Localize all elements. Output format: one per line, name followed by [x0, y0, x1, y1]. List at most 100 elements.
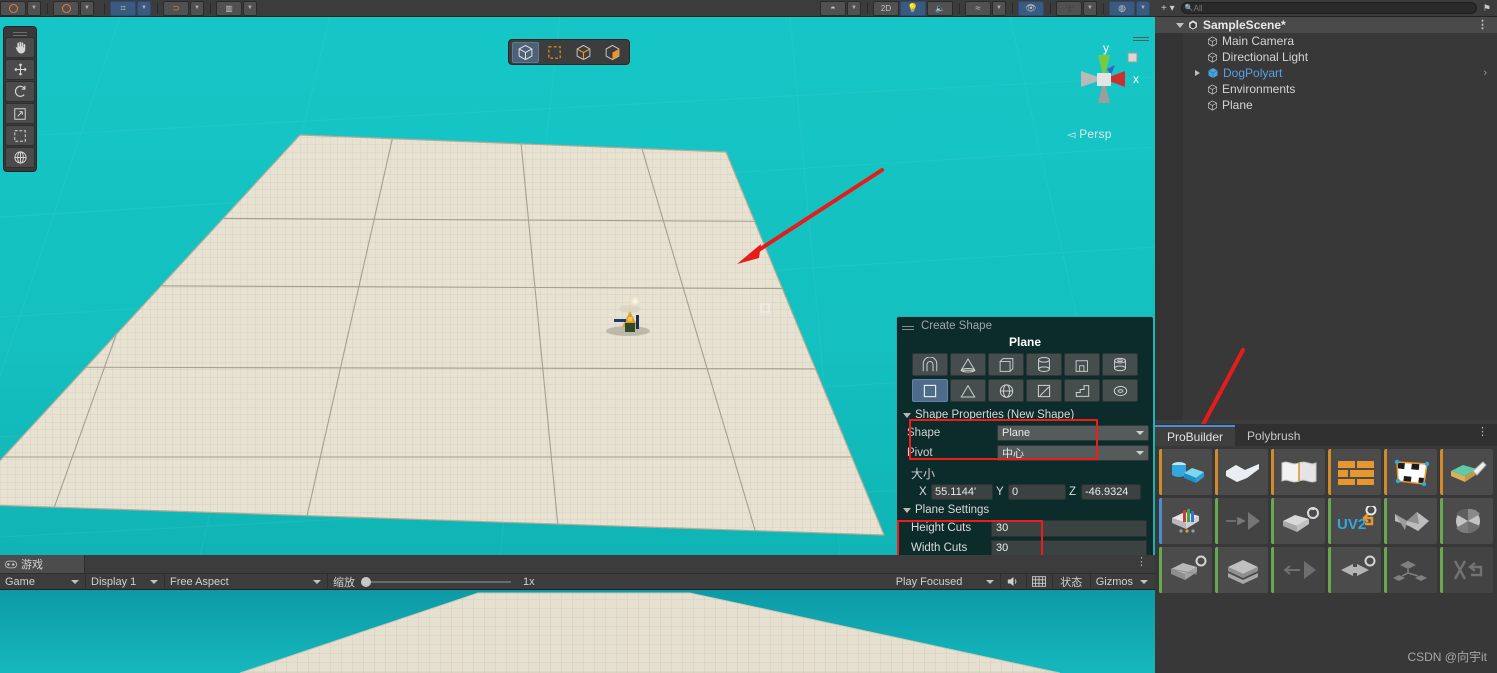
scene-orientation-gizmo[interactable]: y x ◅ Persp	[1055, 35, 1153, 145]
shape-properties-header[interactable]: Shape Properties (New Shape)	[897, 405, 1153, 423]
grid-button[interactable]	[1027, 574, 1053, 589]
target-display-dropdown[interactable]: Game	[0, 574, 86, 589]
perspective-label[interactable]: ◅ Persp	[1067, 127, 1112, 141]
pipe-shape-icon[interactable]	[1102, 353, 1138, 376]
snap-increment-dropdown[interactable]: ▼	[190, 0, 204, 16]
tools-drag-handle[interactable]	[4, 29, 36, 36]
triangulate-tool-button[interactable]	[1159, 547, 1213, 593]
hierarchy-item-directional-light[interactable]: Directional Light	[1155, 49, 1497, 65]
scene-view[interactable]: y x ◅ Persp Create Shape Plane Shape Pro…	[0, 17, 1155, 555]
mirror-objects-tool-button[interactable]	[1215, 498, 1269, 544]
hierarchy-root-row[interactable]: SampleScene* ⋮	[1155, 17, 1497, 33]
new-shape-tool-button[interactable]	[1159, 449, 1213, 495]
width-cuts-input[interactable]: 30	[991, 539, 1147, 555]
shading-mode-button[interactable]: ◓	[820, 0, 846, 16]
axis-gizmo[interactable]: y x	[1055, 35, 1153, 130]
cylinder-shape-icon[interactable]	[1026, 353, 1062, 376]
vertex-mode-button[interactable]	[541, 42, 568, 63]
camera-settings-dropdown[interactable]: ▼	[1083, 0, 1097, 16]
stats-button[interactable]: 状态	[1053, 574, 1091, 589]
arch-shape-icon[interactable]	[912, 353, 948, 376]
scene-visibility-button[interactable]: 👁	[1018, 0, 1044, 16]
stair-shape-icon[interactable]	[1064, 379, 1100, 402]
chevron-right-icon[interactable]	[1195, 70, 1200, 76]
hierarchy-menu-button[interactable]: ⋮	[1477, 19, 1488, 30]
height-cuts-input[interactable]: 30	[991, 519, 1147, 537]
shape-dropdown[interactable]: Plane	[997, 425, 1149, 441]
merge-objects-tool-button[interactable]	[1271, 498, 1325, 544]
scene-ruler-button[interactable]: ▥	[216, 0, 242, 16]
material-editor-tool-button[interactable]	[1327, 449, 1381, 495]
audio-toggle-button[interactable]: 🔈	[927, 0, 953, 16]
hierarchy-item-main-camera[interactable]: Main Camera	[1155, 33, 1497, 49]
camera-settings-button[interactable]: 🎥	[1056, 0, 1082, 16]
game-view-render[interactable]	[0, 590, 1155, 673]
hierarchy-item-plane[interactable]: Plane	[1155, 97, 1497, 113]
gizmos-dropdown[interactable]: ▼	[1136, 0, 1150, 16]
chevron-down-icon[interactable]	[1176, 23, 1184, 28]
vertex-colors-tool-button[interactable]	[1439, 449, 1493, 495]
snap-increment-button[interactable]: ⊃	[163, 0, 189, 16]
torus-shape-icon[interactable]	[1102, 379, 1138, 402]
conform-normals-tool-button[interactable]	[1271, 547, 1325, 593]
scene-ruler-dropdown[interactable]: ▼	[243, 0, 257, 16]
uv-editor-tool-button[interactable]	[1383, 449, 1437, 495]
create-shape-header[interactable]: Create Shape	[897, 317, 1153, 335]
panel-drag-handle[interactable]	[902, 325, 914, 327]
game-view-menu-button[interactable]: ⋮	[1136, 557, 1147, 568]
lightmap-uvs-tool-button[interactable]: UV2	[1327, 498, 1381, 544]
prefab-open-chevron-icon[interactable]: ›	[1483, 67, 1487, 79]
pivot-center-button[interactable]	[53, 0, 79, 16]
gizmos-dropdown-button[interactable]	[1135, 574, 1155, 589]
prism-shape-icon[interactable]	[950, 379, 986, 402]
view-tool-hand-button[interactable]	[5, 37, 35, 58]
edge-mode-button[interactable]	[570, 42, 597, 63]
aspect-ratio-dropdown[interactable]: Free Aspect	[165, 574, 328, 589]
tab-probuilder[interactable]: ProBuilder	[1155, 425, 1236, 446]
size-z-input[interactable]: -46.9324	[1081, 484, 1141, 500]
plane-settings-header[interactable]: Plane Settings	[897, 500, 1153, 518]
hierarchy-filter-icon[interactable]: ⚑	[1483, 3, 1491, 14]
hierarchy-search-input[interactable]: 🔍 All	[1180, 2, 1477, 14]
hierarchy-panel[interactable]: SampleScene* ⋮ Main Camera Directional L…	[1155, 17, 1497, 420]
scale-tool-button[interactable]	[5, 103, 35, 124]
grid-snap-dropdown[interactable]: ▼	[137, 0, 151, 16]
smoothing-groups-tool-button[interactable]	[1159, 498, 1213, 544]
set-trigger-tool-button[interactable]	[1439, 547, 1493, 593]
new-bezier-shape-tool-button[interactable]	[1271, 449, 1325, 495]
display-dropdown[interactable]: Display 1	[86, 574, 165, 589]
fx-dropdown[interactable]: ▼	[992, 0, 1006, 16]
pivot-center-dropdown[interactable]: ▼	[80, 0, 94, 16]
gizmo-drag-handle[interactable]	[1133, 37, 1149, 38]
gizmos-button[interactable]: Gizmos	[1091, 574, 1135, 589]
cube-shape-icon[interactable]	[988, 353, 1024, 376]
lighting-toggle-button[interactable]: 💡	[900, 0, 926, 16]
probuilder-panel[interactable]: ProBuilder Polybrush ⋮ UV2 CSDN @向宇it	[1155, 424, 1497, 673]
rect-tool-button[interactable]	[5, 125, 35, 146]
subdivide-object-tool-button[interactable]	[1439, 498, 1493, 544]
export-tool-button[interactable]	[1327, 547, 1381, 593]
object-mode-button[interactable]	[512, 41, 539, 63]
hierarchy-add-button[interactable]: + ▾	[1161, 3, 1175, 14]
mute-audio-button[interactable]	[1001, 574, 1027, 589]
tab-game[interactable]: 游戏	[0, 555, 85, 573]
shading-mode-dropdown[interactable]: ▼	[847, 0, 861, 16]
2d-toggle-button[interactable]: 2D	[873, 0, 899, 16]
scale-slider-group[interactable]: 缩放 1x	[328, 574, 543, 589]
pivot-rotation-button[interactable]	[0, 0, 26, 16]
center-pivot-tool-button[interactable]	[1215, 547, 1269, 593]
door-shape-icon[interactable]	[1064, 353, 1100, 376]
size-x-input[interactable]: 55.1144'	[931, 484, 993, 500]
hierarchy-item-environments[interactable]: Environments	[1155, 81, 1497, 97]
grid-snap-button[interactable]: ⌗	[110, 0, 136, 16]
cone-shape-icon[interactable]	[950, 353, 986, 376]
pivot-rotation-dropdown[interactable]: ▼	[27, 0, 41, 16]
probuilder-menu-button[interactable]: ⋮	[1477, 427, 1488, 438]
rotate-tool-button[interactable]	[5, 81, 35, 102]
new-poly-shape-tool-button[interactable]	[1215, 449, 1269, 495]
scale-slider-knob[interactable]	[361, 576, 371, 587]
play-mode-dropdown[interactable]: Play Focused	[891, 574, 1001, 589]
move-tool-button[interactable]	[5, 59, 35, 80]
plane-shape-icon[interactable]	[912, 379, 948, 402]
tab-polybrush[interactable]: Polybrush	[1235, 425, 1312, 446]
